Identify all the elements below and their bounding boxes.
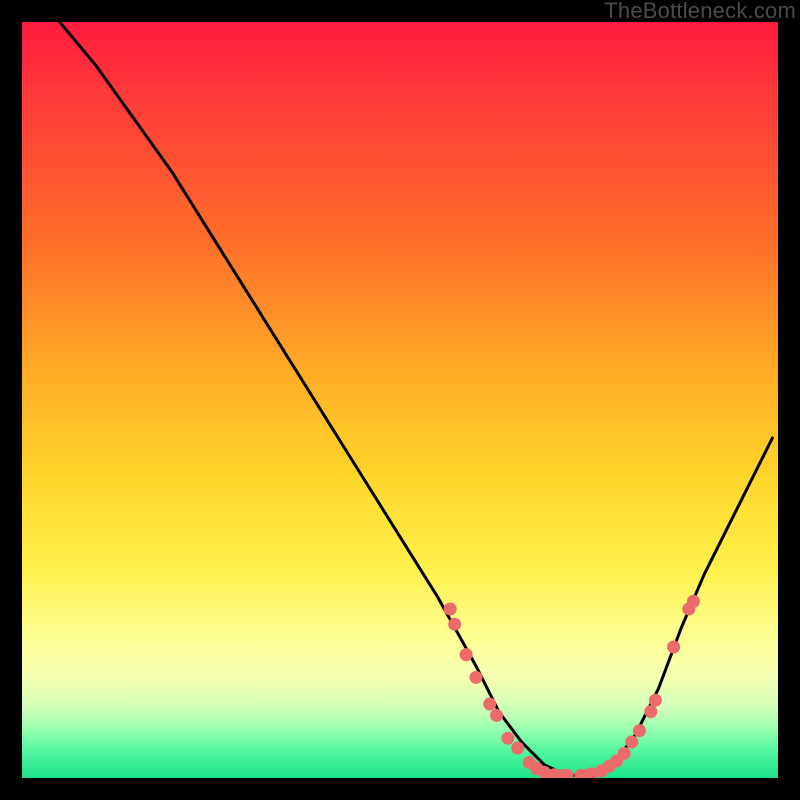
chart-frame xyxy=(20,20,780,780)
chart-gradient-bg xyxy=(20,20,780,780)
